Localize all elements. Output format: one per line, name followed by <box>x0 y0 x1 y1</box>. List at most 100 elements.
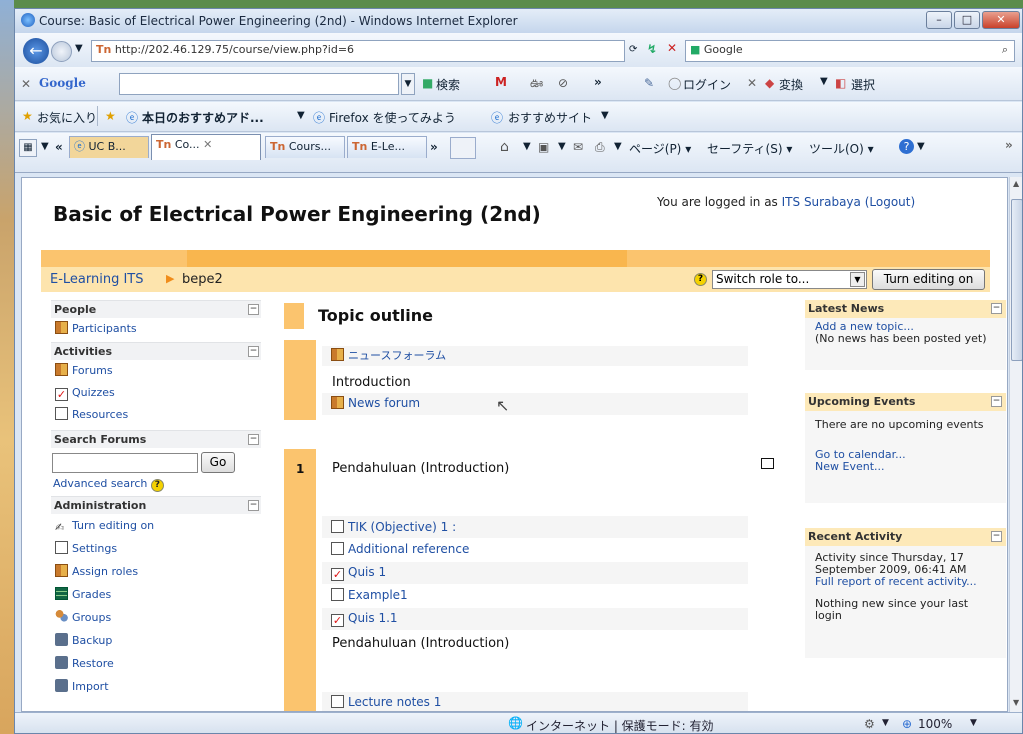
fav-link-3[interactable]: おすすめサイト <box>508 109 592 126</box>
protected-mode-icon[interactable]: ⚙ <box>864 717 875 731</box>
vertical-scrollbar[interactable]: ▲ ▼ <box>1009 177 1022 712</box>
block-icon[interactable]: ⊘ <box>558 76 568 90</box>
toolbar2-close-icon[interactable]: ✕ <box>747 76 757 90</box>
more-commands-icon[interactable]: » <box>1005 138 1013 152</box>
fav-link-3-dropdown[interactable]: ▼ <box>601 110 609 121</box>
full-report-link[interactable]: Full report of recent activity... <box>815 576 996 588</box>
admin-turn-editing-link[interactable]: ✍ Turn editing on <box>51 514 261 537</box>
maximize-button[interactable]: □ <box>954 11 980 29</box>
stop-button[interactable]: ✕ <box>667 41 677 55</box>
breadcrumb-home[interactable]: E-Learning ITS <box>50 272 144 287</box>
example1-link[interactable]: Example1 <box>331 584 408 606</box>
tab-close-icon[interactable]: ✕ <box>203 138 212 151</box>
feeds-icon[interactable]: ▣ <box>538 140 549 154</box>
additional-reference-link[interactable]: Additional reference <box>331 538 469 560</box>
collapse-icon[interactable]: − <box>248 304 259 315</box>
grades-link[interactable]: Grades <box>51 583 261 606</box>
tab-course[interactable]: Tn Cours... <box>265 136 345 158</box>
switch-role-select[interactable]: Switch role to... ▼ <box>712 270 867 289</box>
toolbar-close-icon[interactable]: ✕ <box>21 77 31 91</box>
print-dropdown[interactable]: ▼ <box>614 141 622 152</box>
fav-link-1[interactable]: 本日のおすすめアド... <box>142 109 264 126</box>
highlight-toggle-icon[interactable] <box>761 458 774 469</box>
news-forum-link[interactable]: News forum <box>331 392 420 414</box>
fav-link-2[interactable]: Firefox を使ってみよう <box>329 109 456 126</box>
advanced-search-link[interactable]: Advanced search ? <box>51 474 261 494</box>
quick-tabs-icon[interactable]: ▦ <box>19 139 37 157</box>
collapse-icon[interactable]: − <box>248 500 259 511</box>
search-go-button[interactable]: Go <box>201 452 235 473</box>
collapse-icon[interactable]: − <box>991 396 1002 407</box>
safety-menu[interactable]: セーフティ(S) ▾ <box>707 140 792 157</box>
help-icon[interactable]: ? <box>694 273 707 286</box>
tab-elearning[interactable]: Tn E-Le... <box>347 136 427 158</box>
login-button[interactable]: ログイン <box>683 76 731 93</box>
compat-icon[interactable]: ↯ <box>647 42 657 56</box>
quis11-link[interactable]: ✓ Quis 1.1 <box>331 607 398 629</box>
fav-link-1-dropdown[interactable]: ▼ <box>297 110 305 121</box>
refresh-icon[interactable]: ⟳ <box>629 44 637 55</box>
add-favorite-icon[interactable]: ★ <box>105 109 116 123</box>
zoom-level[interactable]: 100% <box>918 717 952 731</box>
lecture-notes-link[interactable]: Lecture notes 1 <box>331 691 441 711</box>
tab-list-dropdown[interactable]: ▼ <box>41 141 49 152</box>
convert-dropdown-icon[interactable]: ▼ <box>820 76 828 87</box>
groups-link[interactable]: Groups <box>51 606 261 629</box>
help-dropdown[interactable]: ▼ <box>917 141 925 152</box>
mail-icon[interactable]: ✉ <box>573 140 583 154</box>
import-link[interactable]: Import <box>51 675 261 698</box>
forums-link[interactable]: Forums <box>51 360 261 382</box>
minimize-button[interactable]: – <box>926 11 952 29</box>
feeds-dropdown[interactable]: ▼ <box>558 141 566 152</box>
share-icon[interactable]: ఊ <box>530 76 543 93</box>
help-icon[interactable]: ? <box>899 139 914 154</box>
participants-link[interactable]: Participants <box>51 318 261 340</box>
title-bar[interactable]: Course: Basic of Electrical Power Engine… <box>15 9 1022 33</box>
scrollbar-thumb[interactable] <box>1011 199 1022 361</box>
convert-button[interactable]: 変換 <box>779 76 803 93</box>
assign-roles-link[interactable]: Assign roles <box>51 560 261 583</box>
restore-link[interactable]: Restore <box>51 652 261 675</box>
quis1-link[interactable]: ✓ Quis 1 <box>331 561 386 583</box>
more-chevron-icon[interactable]: » <box>594 75 602 89</box>
url-field[interactable]: Tn http://202.46.129.75/course/view.php?… <box>91 40 625 62</box>
new-event-link[interactable]: New Event... <box>815 461 996 473</box>
print-icon[interactable]: ⎙ <box>595 140 605 155</box>
wrench-icon[interactable]: ✎ <box>644 76 654 90</box>
google-dropdown[interactable]: ▼ <box>401 73 415 95</box>
select-button[interactable]: 選択 <box>851 76 875 93</box>
tabs-scroll-left[interactable]: « <box>55 140 63 154</box>
home-dropdown[interactable]: ▼ <box>523 141 531 152</box>
collapse-icon[interactable]: − <box>248 346 259 357</box>
back-button[interactable]: ← <box>23 38 49 64</box>
google-search-input[interactable] <box>119 73 399 95</box>
tik-objective-link[interactable]: TIK (Objective) 1 : <box>331 516 456 538</box>
scroll-up-arrow-icon[interactable]: ▲ <box>1013 179 1019 188</box>
tab-course-active[interactable]: Tn Co... ✕ <box>151 134 261 160</box>
scroll-down-arrow-icon[interactable]: ▼ <box>1013 698 1019 707</box>
forum-jp-link[interactable]: ニュースフォーラム <box>331 345 446 367</box>
help-icon[interactable]: ? <box>150 479 164 492</box>
page-menu[interactable]: ページ(P) ▾ <box>629 140 691 157</box>
search-button[interactable]: 検索 <box>436 76 460 93</box>
tabs-scroll-right[interactable]: » <box>430 140 438 154</box>
collapse-icon[interactable]: − <box>248 434 259 445</box>
search-forums-input[interactable] <box>52 453 198 473</box>
quizzes-link[interactable]: ✓ Quizzes <box>51 382 261 404</box>
close-button[interactable]: ✕ <box>982 11 1020 29</box>
tab-uc[interactable]: ⓔ UC B... <box>69 136 149 158</box>
backup-link[interactable]: Backup <box>51 629 261 652</box>
collapse-icon[interactable]: − <box>991 303 1002 314</box>
collapse-icon[interactable]: − <box>991 531 1002 542</box>
forward-button[interactable] <box>51 41 72 62</box>
logout-link[interactable]: (Logout) <box>865 195 915 209</box>
search-box[interactable]: ■ Google ⌕ <box>685 40 1015 62</box>
protected-dropdown[interactable]: ▼ <box>882 718 889 728</box>
home-icon[interactable]: ⌂ <box>500 139 509 155</box>
user-profile-link[interactable]: ITS Surabaya <box>782 195 861 209</box>
zoom-dropdown[interactable]: ▼ <box>970 718 977 728</box>
magnifier-icon[interactable]: ⌕ <box>1002 41 1008 59</box>
favorites-button[interactable]: お気に入り <box>37 109 97 126</box>
tools-menu[interactable]: ツール(O) ▾ <box>809 140 874 157</box>
new-tab-button[interactable] <box>450 137 476 159</box>
